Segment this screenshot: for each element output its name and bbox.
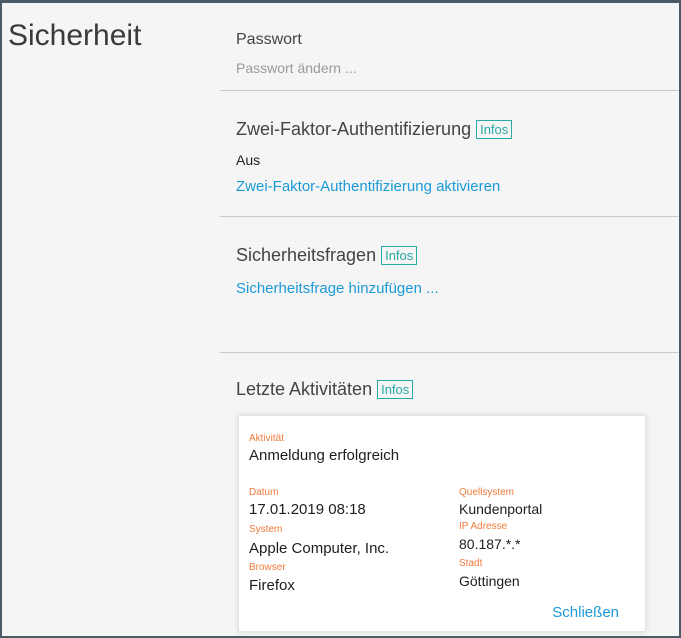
- password-section: Passwort Passwort ändern ...: [220, 3, 679, 93]
- two-factor-section: Zwei-Faktor-Authentifizierung Infos Aus …: [220, 91, 679, 217]
- recent-activity-heading: Letzte Aktivitäten: [236, 379, 373, 399]
- activity-value: Anmeldung erfolgreich: [249, 447, 400, 464]
- ip-address-value: 80.187.*.*: [459, 536, 521, 552]
- add-security-question-link[interactable]: Sicherheitsfrage hinzufügen ...: [236, 280, 439, 297]
- browser-value: Firefox: [249, 577, 295, 594]
- system-value: Apple Computer, Inc.: [249, 540, 390, 557]
- city-value: Göttingen: [459, 573, 520, 589]
- page-title: Sicherheit: [8, 19, 142, 52]
- change-password-link[interactable]: Passwort ändern ...: [236, 60, 357, 76]
- two-factor-info-badge[interactable]: Infos: [476, 120, 513, 139]
- source-system-value: Kundenportal: [459, 501, 543, 517]
- recent-activity-header: Letzte Aktivitäten Infos: [236, 379, 414, 400]
- source-system-label: Quellsystem: [459, 487, 515, 498]
- security-questions-heading: Sicherheitsfragen: [236, 245, 377, 265]
- close-button[interactable]: Schließen: [552, 604, 619, 621]
- two-factor-header: Zwei-Faktor-Authentifizierung Infos: [236, 119, 513, 140]
- two-factor-status: Aus: [236, 152, 261, 168]
- recent-activity-section: Letzte Aktivitäten Infos: [220, 353, 679, 413]
- browser-label: Browser: [249, 562, 286, 573]
- recent-activity-info-badge[interactable]: Infos: [377, 380, 414, 399]
- security-questions-info-badge[interactable]: Infos: [381, 246, 418, 265]
- date-value: 17.01.2019 08:18: [249, 501, 366, 518]
- ip-address-label: IP Adresse: [459, 521, 508, 532]
- security-questions-section: Sicherheitsfragen Infos Sicherheitsfrage…: [220, 217, 679, 353]
- activity-label: Aktivität: [249, 433, 285, 444]
- system-label: System: [249, 524, 283, 535]
- activate-two-factor-link[interactable]: Zwei-Faktor-Authentifizierung aktivieren: [236, 178, 500, 195]
- activity-card: Aktivität Anmeldung erfolgreich Datum 17…: [238, 415, 646, 632]
- two-factor-heading: Zwei-Faktor-Authentifizierung: [236, 119, 472, 139]
- date-label: Datum: [249, 487, 279, 498]
- city-label: Stadt: [459, 558, 483, 569]
- security-panel: Sicherheit Passwort Passwort ändern ... …: [0, 0, 681, 638]
- password-heading: Passwort: [236, 31, 302, 48]
- security-questions-header: Sicherheitsfragen Infos: [236, 245, 418, 266]
